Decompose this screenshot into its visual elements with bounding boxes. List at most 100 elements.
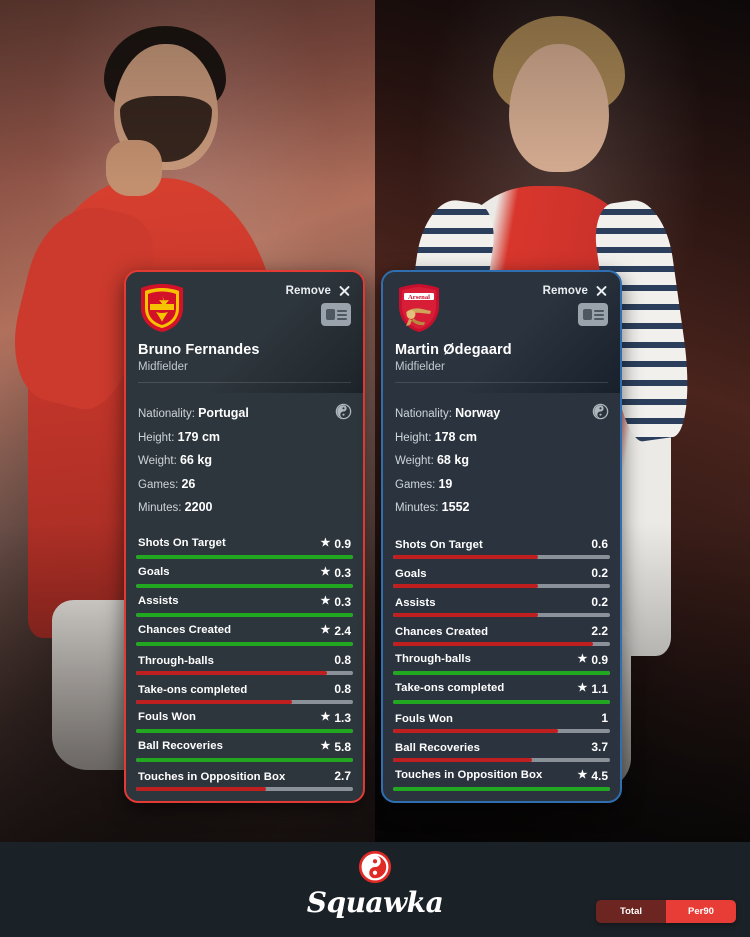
stat-row: Touches in Opposition Box ★ 4.5: [393, 762, 610, 791]
toggle-option-total[interactable]: Total: [596, 900, 666, 923]
player-name: Martin Ødegaard: [395, 342, 512, 358]
stat-row: Through-balls 0.8: [136, 646, 353, 675]
stat-label: Ball Recoveries: [138, 740, 223, 752]
bio-row: Height: 179 cm: [138, 426, 351, 450]
manchester-united-crest: [138, 282, 186, 334]
stat-value: 0.2: [591, 594, 608, 609]
player-position: Midfielder: [138, 361, 188, 373]
stat-value: 0.6: [591, 536, 608, 551]
stat-value-group: ★ 0.9: [577, 653, 608, 667]
close-icon[interactable]: [595, 284, 608, 297]
bio-label: Minutes:: [138, 502, 182, 514]
bio-value: 19: [438, 476, 453, 491]
card-header: Arsenal Remove Martin Ødegaard Midfielde…: [383, 272, 620, 393]
player-bio: Nationality: Portugal Height: 179 cm Wei…: [126, 393, 363, 530]
bio-row: Minutes: 2200: [138, 496, 351, 520]
stat-bar-track: [393, 786, 610, 791]
bio-value: 2200: [184, 500, 213, 514]
bio-label: Weight:: [138, 455, 177, 467]
card-header: Remove Bruno Fernandes Midfielder: [126, 272, 363, 393]
player-profile-icon[interactable]: [578, 303, 608, 326]
player-comparison-cards: Remove Bruno Fernandes Midfielder Nation…: [0, 270, 750, 803]
stat-value: 1: [601, 710, 608, 725]
toggle-option-per90[interactable]: Per90: [666, 900, 736, 923]
stat-value-group: ★ 5.8: [320, 740, 351, 754]
bio-row: Height: 178 cm: [395, 426, 608, 450]
stat-row: Ball Recoveries ★ 5.8: [136, 733, 353, 762]
bio-value: 1552: [441, 500, 470, 514]
stat-value-group: 2.7: [334, 769, 351, 783]
bio-value: 66 kg: [179, 453, 212, 467]
stat-row: Goals ★ 0.3: [136, 559, 353, 588]
bio-label: Weight:: [395, 455, 434, 467]
stat-value: 3.7: [591, 739, 608, 754]
winner-star-icon: ★: [577, 653, 588, 665]
winner-star-icon: ★: [577, 682, 588, 694]
bio-label: Height:: [138, 431, 175, 444]
stat-row: Chances Created 2.2: [393, 617, 610, 646]
header-divider: [395, 382, 608, 383]
stat-value-group: ★ 0.3: [320, 595, 351, 609]
winner-star-icon: ★: [320, 740, 331, 752]
stat-row: Through-balls ★ 0.9: [393, 646, 610, 675]
stat-label: Goals: [395, 567, 427, 580]
bio-value: 179 cm: [177, 429, 221, 444]
stat-row: Take-ons completed ★ 1.1: [393, 675, 610, 704]
stat-row: Assists 0.2: [393, 588, 610, 617]
stat-value-group: 3.7: [591, 740, 608, 754]
close-icon[interactable]: [338, 284, 351, 297]
stat-value: 0.3: [334, 565, 351, 580]
bio-label: Nationality:: [138, 408, 195, 420]
stat-value-group: ★ 4.5: [577, 769, 608, 783]
stat-row: Ball Recoveries 3.7: [393, 733, 610, 762]
stat-label: Assists: [395, 596, 436, 609]
stat-value-group: ★ 0.9: [320, 537, 351, 551]
squawka-logo-icon: [358, 850, 392, 884]
stat-label: Chances Created: [395, 625, 489, 638]
stat-label: Fouls Won: [395, 712, 453, 725]
bio-label: Minutes:: [395, 502, 439, 514]
stat-bar-fill: [393, 786, 610, 791]
stat-value-group: 0.8: [334, 682, 351, 696]
stat-label: Ball Recoveries: [395, 741, 480, 754]
bio-row: Minutes: 1552: [395, 496, 608, 520]
winner-star-icon: ★: [320, 711, 331, 723]
stat-row: Fouls Won 1: [393, 704, 610, 733]
stat-label: Touches in Opposition Box: [395, 769, 543, 781]
stat-value: 0.9: [591, 652, 608, 667]
bio-label: Games:: [138, 478, 179, 491]
arsenal-crest: Arsenal: [395, 282, 443, 334]
stat-label: Goals: [138, 566, 170, 578]
winner-star-icon: ★: [320, 566, 331, 578]
player-stats-list: Shots On Target 0.6 Goals 0.2 Assists 0.…: [383, 530, 620, 801]
bio-label: Height:: [395, 431, 432, 444]
stat-value-group: ★ 2.4: [320, 624, 351, 638]
winner-star-icon: ★: [320, 595, 331, 607]
stat-value-group: 0.8: [334, 653, 351, 667]
player-name: Bruno Fernandes: [138, 342, 260, 358]
bio-value: 68 kg: [436, 453, 469, 467]
mode-toggle[interactable]: Total Per90: [596, 900, 736, 923]
stat-label: Shots On Target: [138, 537, 226, 549]
stat-label: Chances Created: [138, 624, 232, 636]
stat-row: Touches in Opposition Box 2.7: [136, 762, 353, 791]
bio-value: Portugal: [198, 406, 249, 420]
stat-value-group: ★ 0.3: [320, 566, 351, 580]
player-stats-list: Shots On Target ★ 0.9 Goals ★ 0.3 Assist…: [126, 530, 363, 801]
stat-value: 4.5: [591, 768, 608, 783]
bio-row: Games: 26: [138, 473, 351, 497]
header-divider: [138, 382, 351, 383]
stat-value: 2.7: [334, 768, 351, 783]
player-profile-icon[interactable]: [321, 303, 351, 326]
stat-value: 0.8: [334, 652, 351, 667]
remove-player-button[interactable]: Remove: [543, 284, 608, 297]
stat-value: 0.3: [334, 594, 351, 609]
bio-value: 178 cm: [434, 429, 478, 444]
stat-value-group: 0.6: [591, 537, 608, 551]
bio-label: Games:: [395, 478, 436, 491]
stat-value: 0.9: [334, 536, 351, 551]
stat-row: Assists ★ 0.3: [136, 588, 353, 617]
bio-row: Games: 19: [395, 473, 608, 497]
remove-player-button[interactable]: Remove: [286, 284, 351, 297]
stat-value: 2.2: [591, 623, 608, 638]
